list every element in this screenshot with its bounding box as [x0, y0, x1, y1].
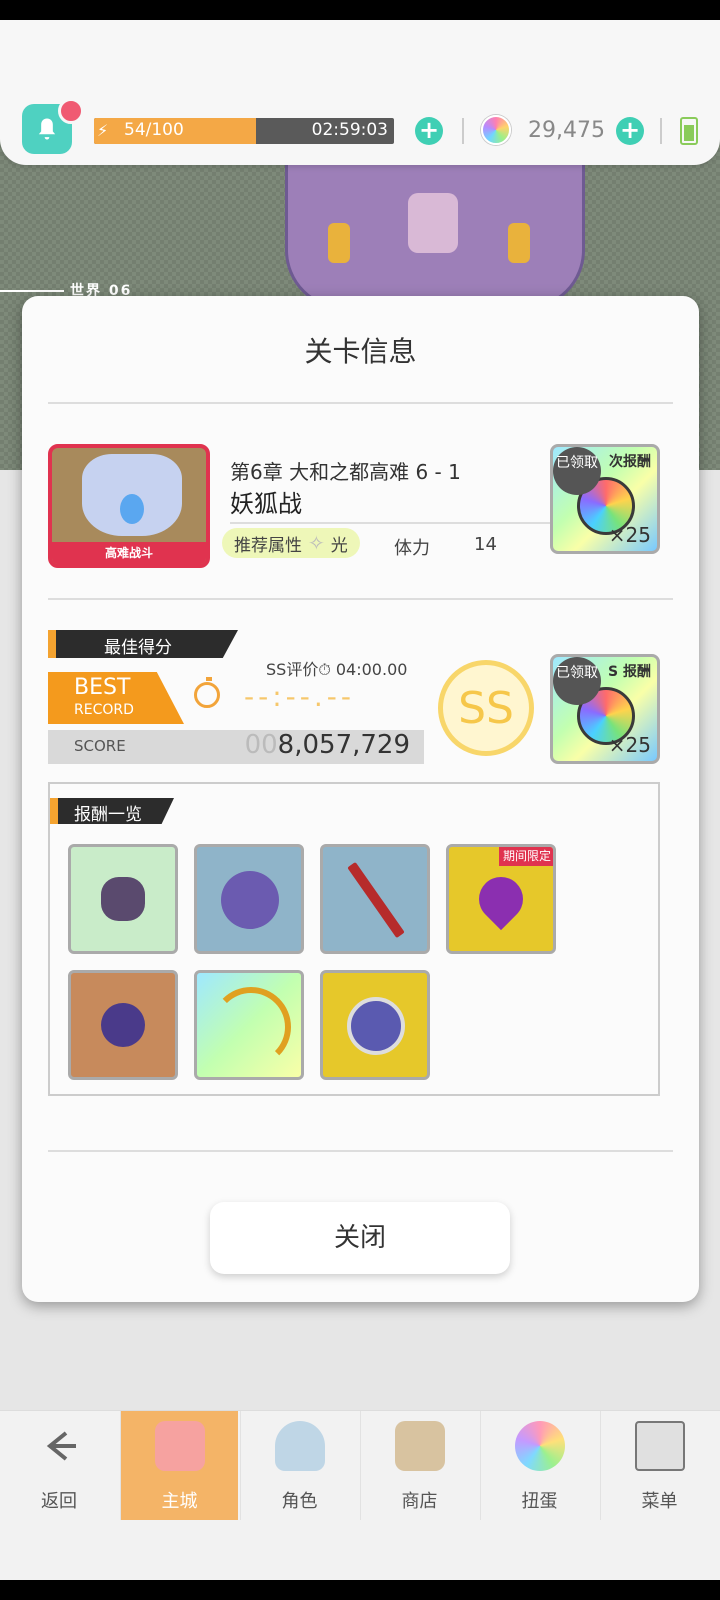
boss-sprite [408, 193, 458, 253]
stamina-cost-label: 体力 [394, 538, 430, 559]
attribute-label: 推荐属性 [234, 535, 302, 556]
reward-item-sphere[interactable] [194, 844, 304, 954]
ore-icon [101, 877, 145, 921]
menu-list-icon [635, 1421, 685, 1471]
bell-icon [38, 118, 56, 140]
reward-list-tag: 报酬一览 [50, 798, 174, 824]
score-box: SCORE 008,057,729 [48, 730, 424, 764]
divider [48, 402, 673, 404]
nav-character[interactable]: 角色 [240, 1411, 358, 1521]
limited-badge: 期间限定 [498, 847, 553, 866]
reward-list-label: 报酬一览 [74, 805, 142, 825]
ss-rank-medal: SS [438, 660, 534, 756]
recommended-attribute: 推荐属性 ✧ 光 [222, 528, 360, 558]
nav-gacha[interactable]: 扭蛋 [480, 1411, 598, 1521]
reward-list-panel: 报酬一览 期间限定 [48, 782, 660, 1096]
best-record-line2: RECORD [74, 702, 134, 718]
system-bottom-bar [0, 1580, 720, 1600]
nav-label: 菜单 [641, 1491, 678, 1512]
winged-orb-icon [347, 997, 405, 1055]
stage-info-dialog: 关卡信息 高难战斗 第6章 大和之都高难 6 - 1 妖狐战 推荐属性 ✧ 光 … [22, 296, 699, 1302]
spear-icon [347, 861, 405, 939]
dark-gem-icon [101, 1003, 145, 1047]
nav-label: 主城 [161, 1491, 198, 1512]
nav-label: 角色 [281, 1491, 318, 1512]
reward-item-stones[interactable] [68, 844, 178, 954]
close-button[interactable]: 关闭 [210, 1202, 510, 1274]
claimed-badge: 已领取 [553, 657, 601, 705]
stamina-count: 54/100 [124, 120, 184, 140]
potion-drop-icon [469, 867, 533, 931]
nav-label: 商店 [401, 1491, 438, 1512]
dialog-title: 关卡信息 [304, 335, 417, 368]
reward-quantity: ×25 [608, 733, 651, 757]
divider [462, 118, 464, 144]
world-divider [0, 290, 64, 292]
add-gem-button[interactable]: + [616, 117, 644, 145]
gem-count: 29,475 [528, 118, 605, 143]
lantern-icon [508, 223, 530, 263]
score-number: 8,057,729 [277, 730, 410, 760]
reward-item-bow[interactable] [194, 970, 304, 1080]
divider [660, 118, 662, 144]
reward-ribbon: S 报酬 [608, 664, 651, 680]
nav-label: 返回 [41, 1491, 77, 1512]
difficulty-label: 高难战斗 [52, 542, 206, 564]
stage-thumbnail: 高难战斗 [48, 444, 210, 568]
nav-label: 扭蛋 [521, 1491, 558, 1512]
notification-badge [58, 98, 84, 124]
game-screen: 世界 06 ⚡ 54/100 02:59:03 + 29,475 + 关卡信息 … [0, 0, 720, 1600]
shop-icon [395, 1421, 445, 1471]
gacha-icon [515, 1421, 565, 1471]
attribute-value: 光 [330, 535, 348, 556]
reward-item-emblem[interactable] [320, 970, 430, 1080]
battery-icon [680, 117, 698, 145]
stopwatch-icon [194, 677, 220, 708]
first-clear-reward[interactable]: 次报酬 已领取 ×25 [550, 444, 660, 554]
nav-back[interactable]: 返回 [0, 1411, 118, 1521]
reward-item-gem[interactable] [68, 970, 178, 1080]
stamina-bar: ⚡ 54/100 02:59:03 [94, 118, 394, 144]
nav-shop[interactable]: 商店 [360, 1411, 478, 1521]
add-stamina-button[interactable]: + [415, 117, 443, 145]
ss-reward[interactable]: S 报酬 已领取 ×25 [550, 654, 660, 764]
gem-icon [481, 115, 511, 145]
nav-menu[interactable]: 菜单 [600, 1411, 718, 1521]
light-element-icon: ✧ [308, 531, 325, 555]
best-record-badge: BEST RECORD [48, 672, 184, 724]
reward-ribbon: 次报酬 [609, 454, 651, 470]
best-time: --:--.-- [244, 680, 355, 713]
crystal-sphere-icon [221, 871, 279, 929]
bow-icon [211, 987, 291, 1067]
best-score-label: 最佳得分 [104, 638, 172, 658]
nav-castle[interactable]: 主城 [120, 1411, 238, 1521]
stamina-timer: 02:59:03 [311, 120, 388, 140]
stage-name: 妖狐战 [230, 490, 302, 518]
best-record-line1: BEST [74, 675, 131, 700]
bottom-nav: 返回 主城 角色 商店 扭蛋 菜单 [0, 1410, 720, 1521]
stamina-cost-value: 14 [474, 534, 497, 555]
best-score-tag: 最佳得分 [48, 630, 238, 658]
reward-item-spear[interactable] [320, 844, 430, 954]
claimed-badge: 已领取 [553, 447, 601, 495]
ss-target-time: SS评价⏱ 04:00.00 [266, 660, 408, 679]
fox-boss-icon [82, 454, 182, 536]
reward-item-drop[interactable]: 期间限定 [446, 844, 556, 954]
lantern-icon [328, 223, 350, 263]
reward-quantity: ×25 [608, 523, 651, 547]
divider [48, 1150, 673, 1152]
boss-stage-background [285, 150, 585, 310]
score-label: SCORE [74, 737, 126, 755]
score-value: 008,057,729 [245, 730, 410, 760]
score-padding: 00 [244, 730, 278, 760]
divider [230, 522, 556, 524]
back-arrow-icon [46, 1431, 76, 1461]
chapter-label: 第6章 大和之都高难 6 - 1 [230, 460, 461, 484]
lightning-icon: ⚡ [97, 121, 109, 140]
divider [48, 598, 673, 600]
character-icon [275, 1421, 325, 1471]
castle-icon [155, 1421, 205, 1471]
